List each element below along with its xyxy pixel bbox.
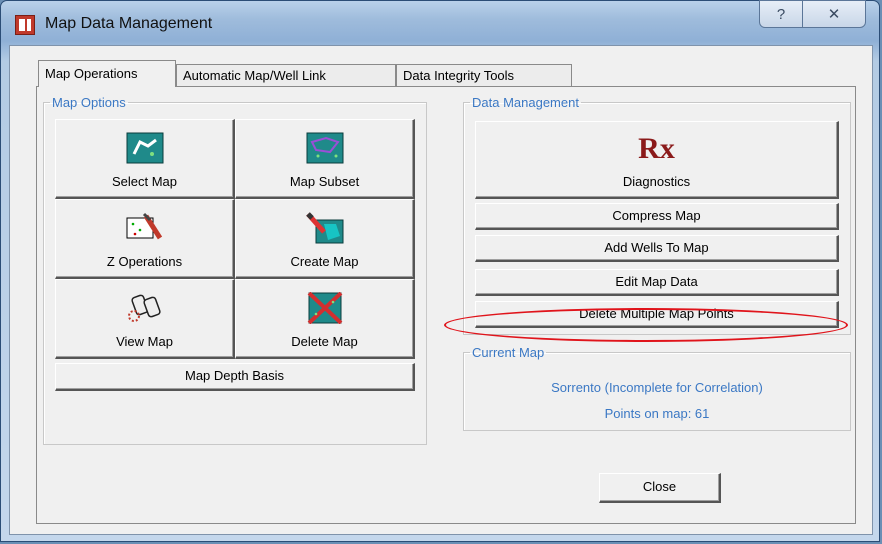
map-depth-basis-label: Map Depth Basis [185,368,284,383]
window-title: Map Data Management [45,15,213,32]
delete-map-label: Delete Map [291,334,358,349]
current-map-points: Points on map: 61 [604,406,710,421]
diagnostics-label: Diagnostics [622,174,691,189]
delete-multiple-label: Delete Multiple Map Points [579,306,734,321]
map-subset-button[interactable]: Map Subset [235,119,415,199]
view-map-button[interactable]: View Map [55,279,235,359]
add-wells-to-map-button[interactable]: Add Wells To Map [475,235,839,262]
map-depth-basis-button[interactable]: Map Depth Basis [55,363,415,391]
select-map-button[interactable]: Select Map [55,119,235,199]
delete-map-icon [307,292,342,324]
edit-map-data-button[interactable]: Edit Map Data [475,269,839,296]
compress-map-label: Compress Map [612,208,701,223]
help-button[interactable]: ? [759,0,803,28]
current-map-group: Current Map Sorrento (Incomplete for Cor… [463,345,851,431]
tab-panel-map-operations: Map Options Select Map Map Subset Z Oper… [36,86,856,524]
tab-data-integrity-tools[interactable]: Data Integrity Tools [396,64,572,86]
binoculars-icon [127,294,161,322]
select-map-icon [126,132,163,164]
edit-map-data-label: Edit Map Data [615,274,698,289]
close-button[interactable]: Close [599,473,721,503]
create-map-label: Create Map [290,254,359,269]
title-bar[interactable]: Map Data Management ? ✕ [1,0,879,45]
app-icon [15,15,35,35]
delete-map-button[interactable]: Delete Map [235,279,415,359]
rx-icon: Rx [638,132,675,165]
map-subset-label: Map Subset [289,174,360,189]
select-map-label: Select Map [111,174,178,189]
data-management-legend: Data Management [472,95,579,110]
close-label: Close [642,479,677,494]
z-operations-label: Z Operations [106,254,183,269]
create-map-button[interactable]: Create Map [235,199,415,279]
z-operations-button[interactable]: Z Operations [55,199,235,279]
help-icon: ? [776,5,786,23]
z-operations-icon [126,212,162,240]
create-map-icon [305,212,343,244]
current-map-name: Sorrento (Incomplete for Correlation) [551,380,763,395]
delete-multiple-map-points-button[interactable]: Delete Multiple Map Points [475,301,839,328]
dialog-window: Map Data Management ? ✕ Map Operations A… [0,0,880,542]
dialog-client: Map Operations Automatic Map/Well Link D… [9,45,873,535]
close-icon: ✕ [827,6,841,23]
diagnostics-button[interactable]: Rx Diagnostics [475,121,839,199]
map-options-legend: Map Options [52,95,126,110]
view-map-label: View Map [116,334,173,349]
add-wells-label: Add Wells To Map [604,240,709,255]
window-close-button[interactable]: ✕ [802,0,866,28]
tab-automatic-map-well-link[interactable]: Automatic Map/Well Link [176,64,396,86]
map-subset-icon [306,132,343,164]
current-map-legend: Current Map [472,345,545,360]
tab-map-operations[interactable]: Map Operations [38,60,176,87]
compress-map-button[interactable]: Compress Map [475,203,839,230]
